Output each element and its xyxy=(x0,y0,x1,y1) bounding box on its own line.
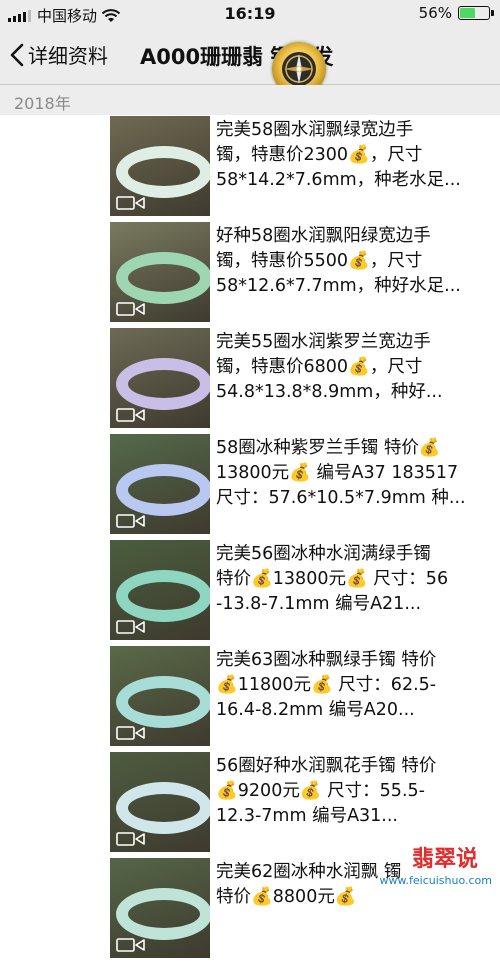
video-camera-icon xyxy=(116,302,145,316)
item-description: 完美63圈冰种飘绿手镯 特价 💰11800元💰 尺寸：62.5- 16.4-8.2m… xyxy=(216,648,496,744)
thumbnail-image[interactable] xyxy=(110,752,210,852)
bangle-image xyxy=(116,464,210,516)
battery-fill xyxy=(460,8,475,18)
thumbnail-image[interactable] xyxy=(110,434,210,534)
bangle-image xyxy=(116,252,210,304)
description-line: 💰9200元💰 尺寸：55.5- xyxy=(216,781,425,801)
list-item[interactable]: 56圈好种水润飘花手镯 特价 💰9200元💰 尺寸：55.5- 12.3-7mm 编… xyxy=(110,752,500,854)
thumbnail-image[interactable] xyxy=(110,540,210,640)
item-description: 完美56圈冰种水润满绿手镯 特价💰13800元💰 尺寸：56 -13.8-7.1mm… xyxy=(216,542,496,638)
bangle-image xyxy=(116,146,210,198)
watermark-logo: 翡翠说 xyxy=(411,847,478,872)
thumbnail-image[interactable] xyxy=(110,328,210,428)
description-line: 完美63圈冰种飘绿手镯 特价 xyxy=(216,650,437,670)
back-button[interactable]: 详细资料 xyxy=(10,40,108,69)
item-description: 完美55圈水润紫罗兰宽边手 镯，特惠价6800💰，尺寸 54.8*13.8*8.9m… xyxy=(216,330,496,426)
chevron-left-icon xyxy=(10,43,24,66)
list-item[interactable]: 完美55圈水润紫罗兰宽边手 镯，特惠价6800💰，尺寸 54.8*13.8*8.9m… xyxy=(110,328,500,430)
thumbnail-image[interactable] xyxy=(110,858,210,958)
status-bar: 中国移动 16:19 56% xyxy=(0,0,500,28)
thumbnail-image[interactable] xyxy=(110,222,210,322)
video-camera-icon xyxy=(116,408,145,422)
bangle-image xyxy=(116,570,210,622)
description-line: 特价💰13800元💰 尺寸：56 xyxy=(216,569,449,589)
list-item[interactable]: 完美58圈水润飘绿宽边手 镯，特惠价2300💰，尺寸 58*14.2*7.6mm，种… xyxy=(110,116,500,218)
video-camera-icon xyxy=(116,726,145,740)
battery-percent: 56% xyxy=(418,4,452,22)
item-description: 56圈好种水润飘花手镯 特价 💰9200元💰 尺寸：55.5- 12.3-7mm 编… xyxy=(216,754,496,850)
description-line: 56圈好种水润飘花手镯 特价 xyxy=(216,756,437,776)
description-line: 54.8*13.8*8.9mm，种好... xyxy=(216,382,443,402)
thumbnail-image[interactable] xyxy=(110,116,210,216)
list-item[interactable]: 完美56圈冰种水润满绿手镯 特价💰13800元💰 尺寸：56 -13.8-7.1mm… xyxy=(110,540,500,642)
list-item[interactable]: 58圈冰种紫罗兰手镯 特价💰 13800元💰 编号A37 183517 尺寸：57.… xyxy=(110,434,500,536)
bangle-image xyxy=(116,358,210,410)
description-line: 镯，特惠价5500💰，尺寸 xyxy=(216,251,423,271)
watermark-url: www.feicuishuo.com xyxy=(379,874,492,887)
description-line: 完美58圈水润飘绿宽边手 xyxy=(216,120,414,140)
description-line: 58*14.2*7.6mm，种老水足... xyxy=(216,170,461,190)
description-line: 好种58圈水润飘阳绿宽边手 xyxy=(216,226,431,246)
item-description: 完美58圈水润飘绿宽边手 镯，特惠价2300💰，尺寸 58*14.2*7.6mm，种… xyxy=(216,118,496,214)
list-item[interactable]: 完美63圈冰种飘绿手镯 特价 💰11800元💰 尺寸：62.5- 16.4-8.2m… xyxy=(110,646,500,748)
media-list: 完美58圈水润飘绿宽边手 镯，特惠价2300💰，尺寸 58*14.2*7.6mm，种… xyxy=(110,116,500,964)
item-description: 好种58圈水润飘阳绿宽边手 镯，特惠价5500💰，尺寸 58*12.6*7.7mm，… xyxy=(216,224,496,320)
video-camera-icon xyxy=(116,196,145,210)
navigation-bar: 详细资料 A000珊珊翡 镯批发 xyxy=(0,28,500,96)
list-item[interactable]: 好种58圈水润飘阳绿宽边手 镯，特惠价5500💰，尺寸 58*12.6*7.7mm，… xyxy=(110,222,500,324)
video-camera-icon xyxy=(116,832,145,846)
video-camera-icon xyxy=(116,620,145,634)
description-line: 完美55圈水润紫罗兰宽边手 xyxy=(216,332,431,352)
description-line: 58*12.6*7.7mm，种好水足... xyxy=(216,276,461,296)
video-camera-icon xyxy=(116,938,145,952)
video-camera-icon xyxy=(116,514,145,528)
description-line: 完美56圈冰种水润满绿手镯 xyxy=(216,544,431,564)
bangle-image xyxy=(116,888,210,940)
status-right: 56% xyxy=(418,4,494,22)
description-line: 16.4-8.2mm 编号A20... xyxy=(216,700,415,720)
description-line: 镯，特惠价6800💰，尺寸 xyxy=(216,357,423,377)
year-label: 2018年 xyxy=(14,94,71,113)
description-line: 镯，特惠价2300💰，尺寸 xyxy=(216,145,423,165)
description-line: 58圈冰种紫罗兰手镯 特价💰 xyxy=(216,438,441,458)
section-header-year: 2018年 xyxy=(0,85,500,115)
item-description: 58圈冰种紫罗兰手镯 特价💰 13800元💰 编号A37 183517 尺寸：57.… xyxy=(216,436,496,532)
description-line: -13.8-7.1mm 编号A21... xyxy=(216,594,422,614)
description-line: 💰11800元💰 尺寸：62.5- xyxy=(216,675,437,695)
back-label: 详细资料 xyxy=(28,44,108,68)
description-line: 12.3-7mm 编号A31... xyxy=(216,806,398,826)
thumbnail-image[interactable] xyxy=(110,646,210,746)
bangle-image xyxy=(116,676,210,728)
battery-icon xyxy=(458,6,494,20)
bangle-image xyxy=(116,782,210,834)
description-line: 13800元💰 编号A37 183517 xyxy=(216,463,459,483)
description-line: 尺寸：57.6*10.5*7.9mm 种... xyxy=(216,488,466,508)
